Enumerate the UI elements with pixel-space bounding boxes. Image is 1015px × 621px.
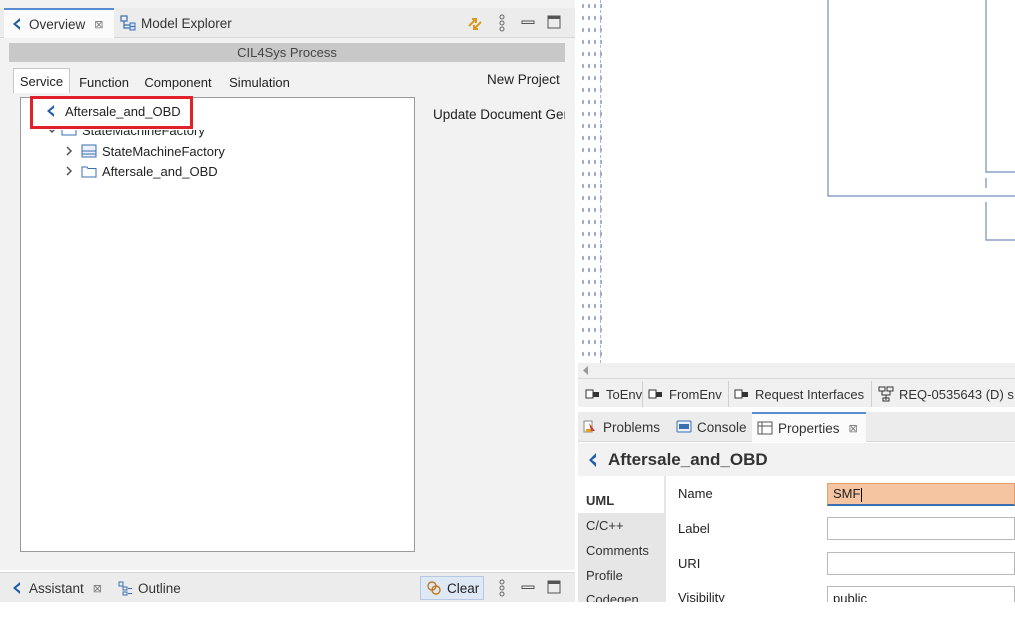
cil4sys-logo-icon — [589, 452, 596, 467]
maximize-icon[interactable] — [547, 15, 561, 29]
subtab-component[interactable]: Component — [139, 71, 217, 93]
process-title-bar: CIL4Sys Process — [9, 43, 565, 62]
process-subtabs: Service Function Component Simulation — [13, 68, 303, 93]
view-menu-icon[interactable] — [498, 14, 506, 32]
outline-icon — [118, 581, 132, 595]
diagram-icon — [585, 389, 599, 399]
folder-icon — [81, 166, 97, 178]
tab-fromenv[interactable]: FromEnv — [644, 381, 729, 407]
uri-label: URI — [678, 556, 701, 571]
diagram-block-inner — [985, 0, 1015, 173]
tab-problems[interactable]: Problems — [580, 412, 672, 442]
tab-requirement[interactable]: REQ-0535643 (D) s... — [874, 381, 1015, 407]
model-explorer-icon — [120, 15, 136, 31]
props-tabbar: Problems Console Properties ⊠ — [578, 412, 1015, 442]
diagram-scrollbar[interactable] — [578, 363, 1015, 378]
tab-overview[interactable]: Overview ⊠ — [4, 8, 114, 38]
tab-properties[interactable]: Properties ⊠ — [752, 412, 866, 442]
diagram-port — [985, 178, 1015, 241]
minimize-icon[interactable] — [521, 16, 535, 28]
visibility-row: Visibility public — [666, 586, 1015, 602]
sync-icon[interactable] — [466, 15, 484, 33]
subtab-function[interactable]: Function — [73, 71, 135, 93]
maximize-icon[interactable] — [547, 580, 561, 594]
properties-icon — [757, 421, 773, 435]
diagram-icon — [648, 389, 662, 399]
label-label: Label — [678, 521, 710, 536]
sidebar-item-comments[interactable]: Comments — [578, 538, 664, 563]
clear-icon — [427, 581, 441, 595]
close-icon[interactable]: ⊠ — [93, 582, 102, 595]
chevron-right-icon[interactable] — [63, 165, 75, 177]
cil4sys-logo-icon — [13, 582, 20, 594]
visibility-label: Visibility — [678, 590, 725, 602]
label-field[interactable] — [827, 517, 1015, 540]
cil4sys-logo-icon — [13, 18, 20, 30]
state-machine-icon — [81, 144, 97, 158]
tab-request-interfaces[interactable]: Request Interfaces — [730, 381, 872, 407]
props-header: Aftersale_and_OBD — [578, 443, 1015, 476]
sidebar-item-profile[interactable]: Profile — [578, 563, 664, 588]
tab-outline[interactable]: Outline — [116, 573, 206, 603]
sidebar-item-uml[interactable]: UML — [578, 488, 664, 513]
left-bottom-panel: Assistant ⊠ Outline Clear — [0, 572, 575, 602]
tree-root-label: Aftersale_and_OBD — [65, 103, 181, 119]
sidebar-item-cpp[interactable]: C/C++ — [578, 513, 664, 538]
tree-row-root-label[interactable]: Aftersale_and_OBD — [44, 101, 181, 121]
tab-toenv[interactable]: ToEnv — [581, 381, 643, 407]
diagram-icon — [734, 389, 748, 399]
requirement-diagram-icon — [878, 386, 894, 402]
tab-model-explorer-label: Model Explorer — [141, 15, 232, 31]
minimize-icon[interactable] — [521, 581, 535, 593]
visibility-select[interactable]: public — [827, 586, 1015, 602]
tab-overview-label: Overview — [29, 16, 86, 32]
process-title: CIL4Sys Process — [237, 45, 337, 60]
console-icon — [676, 420, 692, 433]
props-sidebar-top-strip — [578, 476, 664, 488]
props-sidebar: UML C/C++ Comments Profile Codegen — [578, 476, 666, 602]
close-icon[interactable]: ⊠ — [849, 422, 858, 435]
clear-label: Clear — [447, 580, 480, 596]
tab-assistant[interactable]: Assistant ⊠ — [4, 573, 114, 603]
tree-label: StateMachineFactory — [102, 143, 225, 159]
props-selected-title: Aftersale_and_OBD — [608, 449, 768, 469]
update-document-link[interactable]: Update Document Ger — [433, 107, 565, 122]
view-menu-icon[interactable] — [498, 579, 506, 597]
name-field[interactable]: SMF — [827, 483, 1015, 506]
name-label: Name — [678, 486, 713, 501]
clear-button[interactable]: Clear — [420, 576, 484, 600]
subtab-simulation[interactable]: Simulation — [222, 71, 297, 93]
close-icon[interactable]: ⊠ — [94, 18, 103, 31]
diagram-tabbar: ToEnv FromEnv Request Interfaces REQ-053… — [578, 378, 1015, 407]
subtab-service[interactable]: Service — [13, 68, 70, 93]
scroll-left-icon[interactable] — [582, 366, 590, 375]
diagram-block-outline — [827, 0, 1015, 197]
cil4sys-logo-icon — [47, 105, 54, 117]
tree-row-grandchild-1[interactable]: StateMachineFactory — [63, 141, 225, 161]
tree-label: Aftersale_and_OBD — [102, 163, 218, 179]
tab-outline-label: Outline — [138, 580, 181, 596]
new-project-link[interactable]: New Project — [487, 72, 560, 87]
chevron-right-icon[interactable] — [63, 145, 75, 157]
tab-model-explorer[interactable]: Model Explorer — [116, 8, 246, 38]
text-cursor — [861, 487, 863, 502]
tree-row-grandchild-2[interactable]: Aftersale_and_OBD — [63, 161, 218, 181]
sidebar-item-codegen[interactable]: Codegen — [578, 588, 664, 602]
uri-field[interactable] — [827, 552, 1015, 575]
tab-console[interactable]: Console — [674, 412, 750, 442]
tab-assistant-label: Assistant — [29, 580, 84, 596]
problems-icon — [583, 420, 595, 433]
diagram-shapes[interactable] — [578, 0, 1015, 378]
bottom-margin — [0, 602, 1015, 621]
left-top-tabbar: Overview ⊠ Model Explorer — [0, 8, 575, 38]
